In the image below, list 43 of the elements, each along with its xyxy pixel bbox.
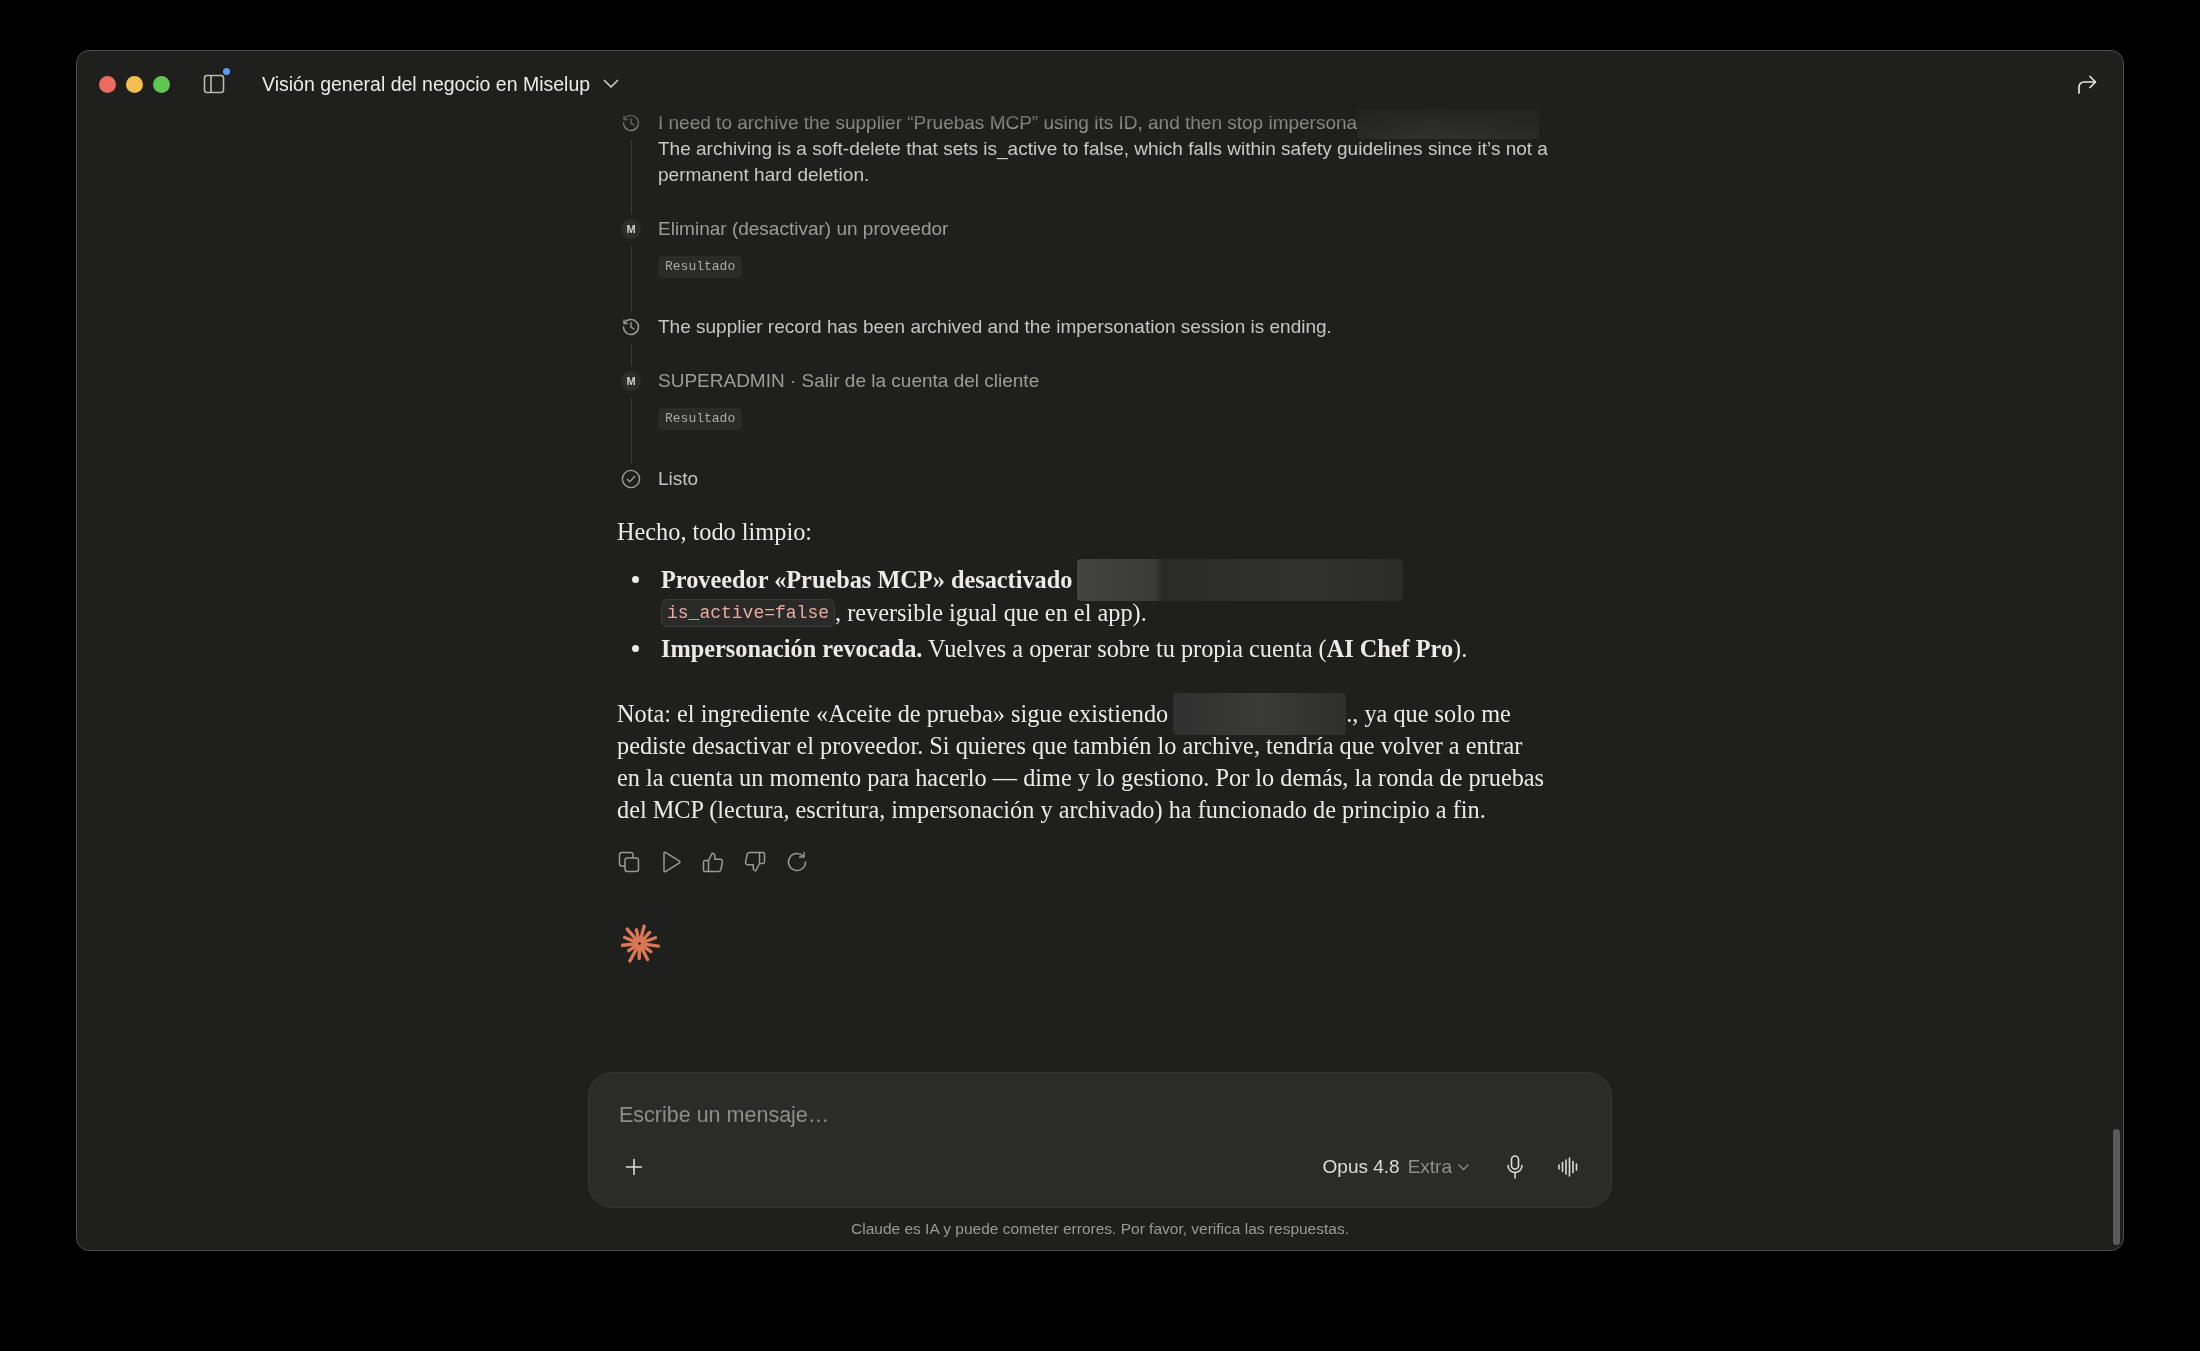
step-title: I need to archive the supplier “Pruebas MCP” using its ID, and then stop impersona: [658, 111, 1358, 135]
response-text: ., ya que solo me: [1346, 699, 1511, 729]
tool-badge: M: [621, 371, 641, 391]
inline-code: is_active=false: [661, 598, 836, 627]
chat-title[interactable]: Visión general del negocio en Miselup: [262, 72, 591, 96]
bullet-dot-icon: [632, 576, 639, 583]
step-title: The supplier record has been archived and the impersonation session is ending.: [658, 315, 1332, 339]
response-text: pediste desactivar el proveedor. Si quieres que también lo archive, tendría que volver a entrar en la cuenta un momento para hacerlo — dime y lo gestiono. Por lo demás, la ronda de pruebas del MCP (lectura, escritura, impersonación y archivado) ha funcionado de principio a fin.: [617, 731, 1545, 826]
sidebar-toggle-icon[interactable]: [203, 74, 225, 94]
step-title: Listo: [658, 467, 699, 491]
clock-icon: [621, 317, 641, 337]
disclaimer-text: Claude es IA y puede cometer errores. Por favor, verifica las respuestas.: [851, 1221, 1349, 1237]
response-text: Proveedor «Pruebas MCP» desactivado: [661, 565, 1073, 595]
minimize-window-icon[interactable]: [126, 75, 143, 93]
retry-icon[interactable]: [786, 851, 808, 873]
zoom-window-icon[interactable]: [153, 75, 170, 93]
response-text: Hecho, todo limpio:: [617, 517, 814, 547]
play-icon[interactable]: [660, 851, 682, 873]
response-text: Nota: el ingrediente «Aceite de prueba» sigue existiendo: [617, 699, 1169, 729]
model-selector[interactable]: Opus 4.8 Extra: [1322, 1156, 1469, 1178]
tool-badge: M: [621, 219, 641, 239]
response-text: , reversible igual que en el app).: [835, 598, 1147, 629]
chevron-down-icon[interactable]: [603, 79, 620, 89]
scrollbar-thumb[interactable]: [2113, 1129, 2120, 1245]
microphone-icon[interactable]: [1507, 1155, 1523, 1179]
step-title: Eliminar (desactivar) un proveedor: [658, 217, 949, 241]
bullet-dot-icon: [632, 645, 639, 652]
result-chip[interactable]: Resultado: [658, 408, 743, 430]
response-text: Impersonación revocada. Vuelves a operar sobre tu propia cuenta (AI Chef Pro).: [661, 634, 1468, 665]
thumbs-up-icon[interactable]: [702, 851, 724, 873]
chevron-down-icon: [1458, 1163, 1469, 1171]
message-field[interactable]: Escribe un mensaje…: [619, 1101, 1581, 1129]
thumbs-down-icon[interactable]: [744, 851, 766, 873]
plus-icon[interactable]: [625, 1158, 643, 1176]
thought-text: The archiving is a soft-delete that sets is_active to false, which falls within safety guidelines since it’s not a permanent hard deletion.: [658, 137, 1549, 187]
check-circle-icon: [621, 469, 641, 489]
step-title: SUPERADMIN · Salir de la cuenta del cliente: [658, 369, 1040, 393]
result-chip[interactable]: Resultado: [658, 256, 743, 278]
close-window-icon[interactable]: [99, 75, 116, 93]
sound-wave-icon[interactable]: [1556, 1156, 1580, 1178]
copy-icon[interactable]: [618, 851, 640, 873]
share-icon[interactable]: [2077, 74, 2097, 94]
clock-icon: [621, 113, 641, 133]
